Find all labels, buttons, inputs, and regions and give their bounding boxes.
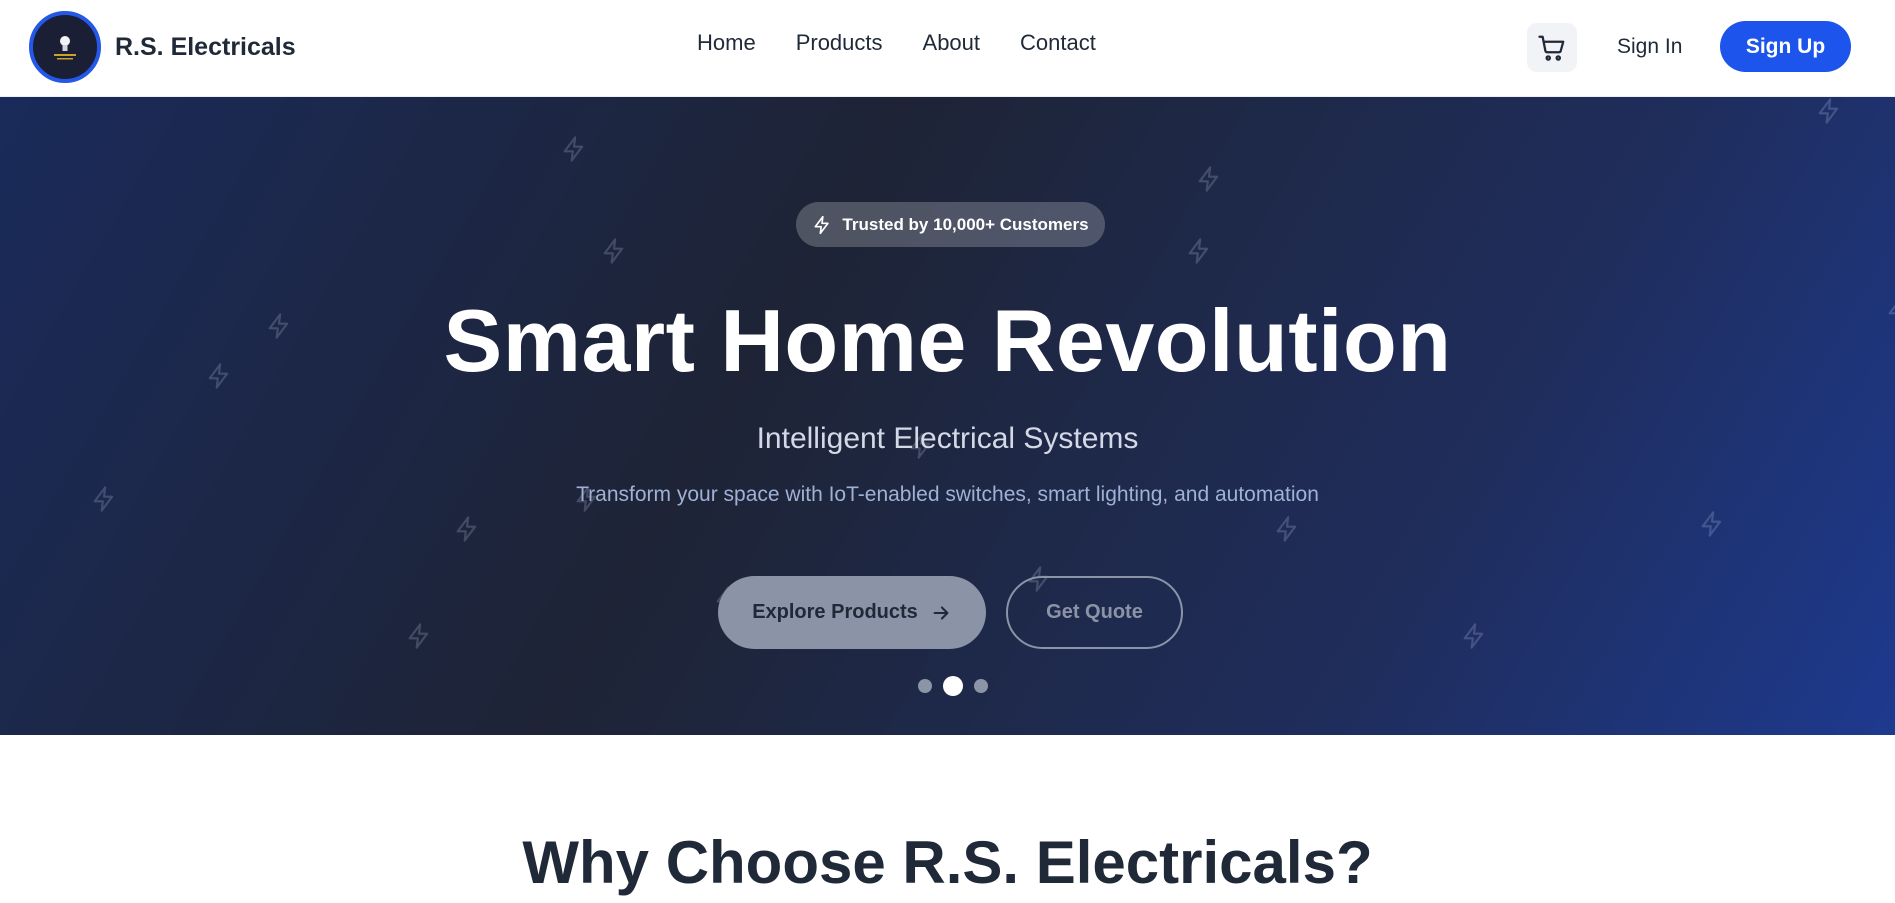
logo — [29, 11, 101, 83]
cart-icon — [1538, 35, 1565, 61]
why-choose-title: Why Choose R.S. Electricals? — [522, 829, 1373, 896]
hero-title: Smart Home Revolution — [443, 291, 1452, 390]
hero-subtitle: Intelligent Electrical Systems — [756, 422, 1139, 455]
get-quote-button[interactable]: Get Quote — [1006, 576, 1183, 649]
lightning-bolt-icon — [1701, 511, 1722, 537]
lightning-bolt-icon — [1276, 516, 1297, 542]
lightning-icon — [814, 215, 830, 234]
cart-button[interactable] — [1527, 23, 1577, 72]
hero-section: Trusted by 10,000+ Customers Smart Home … — [0, 97, 1895, 735]
sign-in-link[interactable]: Sign In — [1617, 35, 1682, 59]
brand-name: R.S. Electricals — [115, 32, 296, 61]
nav-products[interactable]: Products — [796, 30, 883, 56]
hero-description: Transform your space with IoT-enabled sw… — [576, 483, 1319, 506]
badge-text: Trusted by 10,000+ Customers — [842, 214, 1089, 234]
brand[interactable]: R.S. Electricals — [29, 11, 296, 83]
nav-home[interactable]: Home — [697, 30, 756, 56]
lightning-bolt-icon — [1818, 98, 1839, 124]
arrow-right-icon — [933, 605, 949, 620]
sign-up-button[interactable]: Sign Up — [1720, 21, 1851, 72]
nav-contact[interactable]: Contact — [1020, 30, 1096, 56]
lightning-bolt-icon — [563, 136, 584, 162]
carousel-dot-2[interactable] — [943, 676, 963, 696]
trust-badge: Trusted by 10,000+ Customers — [796, 202, 1105, 247]
nav-about[interactable]: About — [923, 30, 981, 56]
explore-products-label: Explore Products — [752, 601, 918, 623]
carousel-dot-3[interactable] — [974, 679, 988, 693]
lightning-bolt-icon — [408, 623, 429, 649]
lightning-bolt-icon — [1198, 166, 1219, 192]
carousel-dots — [918, 676, 999, 696]
carousel-dot-1[interactable] — [918, 679, 932, 693]
lightning-bolt-icon — [456, 516, 477, 542]
lightning-bolt-icon — [603, 238, 624, 264]
navbar: R.S. Electricals Home Products About Con… — [0, 0, 1895, 97]
lightning-bolt-icon — [1463, 623, 1484, 649]
lightning-bolt-icon — [1188, 238, 1209, 264]
nav-links: Home Products About Contact — [697, 30, 1136, 56]
explore-products-button[interactable]: Explore Products — [718, 576, 986, 649]
